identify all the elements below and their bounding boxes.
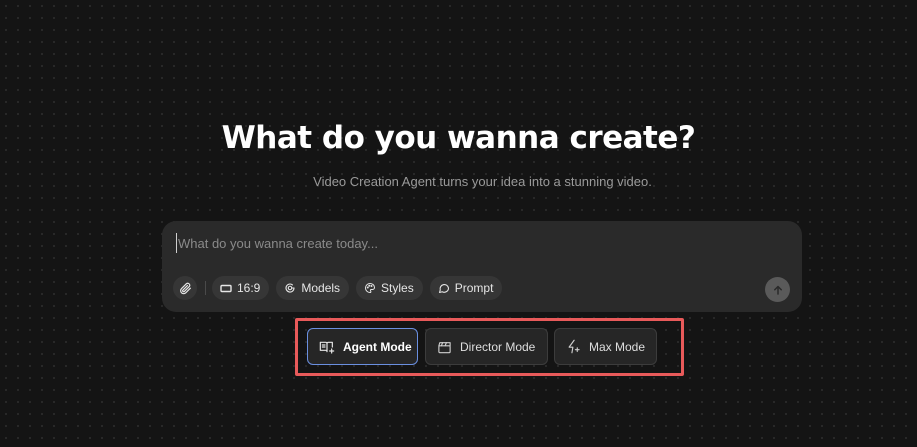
styles-label: Styles — [381, 281, 414, 295]
agent-book-icon — [319, 341, 335, 354]
director-mode-label: Director Mode — [460, 339, 536, 354]
models-label: Models — [301, 281, 341, 295]
send-button[interactable] — [765, 277, 790, 302]
prompt-label: Prompt — [454, 281, 494, 295]
director-mode-button[interactable]: Director Mode — [425, 328, 548, 365]
agent-mode-button[interactable]: Agent Mode — [307, 328, 418, 365]
aspect-ratio-icon — [220, 284, 232, 292]
composer-toolbar: 16:9 Models Styles Prompt — [173, 276, 509, 300]
max-mode-button[interactable]: Max Mode — [554, 328, 657, 365]
prompt-button[interactable]: Prompt — [429, 276, 503, 300]
paperclip-icon — [179, 282, 191, 294]
sparkle-bolt-icon — [568, 339, 580, 354]
chat-bubble-icon — [438, 284, 449, 294]
aspect-ratio-button[interactable]: 16:9 — [212, 276, 270, 300]
agent-mode-label: Agent Mode — [343, 339, 412, 354]
palette-icon — [365, 283, 376, 293]
prompt-input[interactable] — [176, 233, 776, 253]
styles-button[interactable]: Styles — [356, 276, 423, 300]
models-icon — [285, 283, 295, 293]
page: What do you wanna create? Video Creation… — [0, 0, 917, 447]
clapperboard-icon — [438, 341, 451, 353]
models-button[interactable]: Models — [276, 276, 350, 300]
page-subtitle: Video Creation Agent turns your idea int… — [313, 174, 652, 189]
attach-button[interactable] — [173, 276, 197, 300]
arrow-up-icon — [773, 285, 782, 295]
max-mode-label: Max Mode — [589, 339, 646, 354]
aspect-ratio-label: 16:9 — [237, 281, 261, 295]
page-title: What do you wanna create? — [221, 120, 696, 156]
toolbar-divider — [205, 281, 206, 295]
prompt-composer: 16:9 Models Styles Prompt — [162, 221, 802, 312]
